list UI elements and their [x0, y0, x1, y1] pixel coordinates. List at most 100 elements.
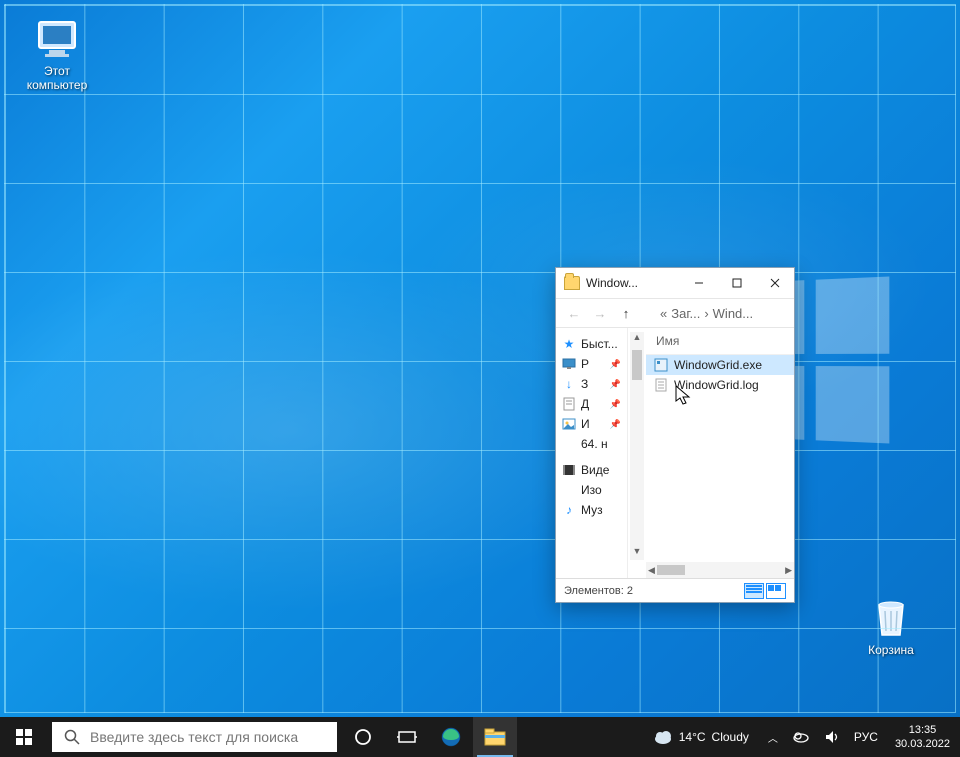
clock-date: 30.03.2022: [895, 737, 950, 751]
explorer-window[interactable]: Window... ← → ↑ « Заг... ›: [555, 267, 795, 603]
close-button[interactable]: [756, 268, 794, 298]
sidebar-item-label: Изо: [581, 483, 602, 497]
folder-icon: [564, 276, 580, 290]
status-bar: Элементов: 2: [556, 578, 794, 602]
file-name: WindowGrid.exe: [674, 358, 762, 372]
crumb-b[interactable]: Wind...: [713, 306, 753, 321]
titlebar[interactable]: Window...: [556, 268, 794, 298]
search-icon: [64, 729, 80, 745]
sidebar-item-images[interactable]: Изо: [556, 480, 627, 500]
search-placeholder: Введите здесь текст для поиска: [90, 729, 298, 745]
view-large-button[interactable]: [766, 583, 786, 599]
horizontal-scrollbar[interactable]: ◀ ▶: [646, 562, 794, 578]
minimize-button[interactable]: [680, 268, 718, 298]
weather-temp: 14°C: [679, 730, 706, 744]
sidebar-item-label: Р: [581, 357, 589, 371]
this-pc-icon: [35, 20, 79, 60]
folder-icon: [562, 437, 576, 451]
onedrive-icon: [792, 730, 810, 744]
taskbar-app-edge[interactable]: [429, 717, 473, 757]
sidebar-item-label: Быст...: [581, 337, 618, 351]
tray-clock[interactable]: 13:35 30.03.2022: [885, 723, 960, 752]
pictures-icon: [562, 417, 576, 431]
vertical-scrollbar[interactable]: ▲ ▼: [630, 332, 644, 560]
explorer-icon: [484, 727, 506, 747]
pin-icon: 📌: [610, 379, 621, 390]
scroll-thumb[interactable]: [657, 565, 685, 575]
pin-icon: 📌: [610, 399, 621, 410]
taskbar-app-explorer[interactable]: [473, 717, 517, 757]
desktop-icon-label: Корзина: [868, 643, 914, 657]
tray-language[interactable]: РУС: [847, 717, 885, 757]
tray-onedrive[interactable]: [785, 717, 817, 757]
lang-label: РУС: [854, 730, 878, 744]
weather-widget[interactable]: 14°C Cloudy: [641, 717, 761, 757]
desktop[interactable]: Этот компьютер Корзина Window...: [0, 0, 960, 717]
sidebar-quick-access[interactable]: ★ Быст...: [556, 334, 627, 354]
maximize-button[interactable]: [718, 268, 756, 298]
sidebar-item-pictures[interactable]: И 📌: [556, 414, 627, 434]
videos-icon: [562, 463, 576, 477]
circle-icon: [354, 728, 372, 746]
scroll-down-icon[interactable]: ▼: [630, 546, 644, 560]
crumb-prefix: «: [660, 306, 667, 321]
pin-icon: 📌: [610, 359, 621, 370]
nav-forward-button[interactable]: →: [590, 306, 610, 321]
exe-icon: [654, 358, 668, 372]
nav-up-button[interactable]: ↑: [616, 306, 636, 321]
breadcrumb[interactable]: « Заг... › Wind...: [642, 306, 786, 321]
sidebar-item-folder-64[interactable]: 64. н: [556, 434, 627, 454]
explorer-file-pane[interactable]: ▲ ▼ Имя WindowGrid.exe WindowGrid.log ◀: [628, 328, 794, 578]
sidebar-item-desktop[interactable]: Р 📌: [556, 354, 627, 374]
sidebar-item-videos[interactable]: Виде: [556, 460, 627, 480]
clock-time: 13:35: [895, 723, 950, 737]
recycle-bin-icon: [871, 595, 911, 639]
start-button[interactable]: [0, 717, 48, 757]
music-icon: ♪: [562, 503, 576, 517]
desktop-icon: [562, 357, 576, 371]
nav-back-button[interactable]: ←: [564, 306, 584, 321]
scroll-thumb[interactable]: [632, 350, 642, 380]
scroll-left-icon[interactable]: ◀: [648, 565, 655, 576]
chevron-up-icon: ︿: [768, 730, 778, 745]
speaker-icon: [824, 729, 840, 745]
file-name: WindowGrid.log: [674, 378, 759, 392]
scroll-up-icon[interactable]: ▲: [630, 332, 644, 346]
crumb-sep: ›: [704, 306, 708, 321]
folder-icon: [562, 483, 576, 497]
sidebar-item-documents[interactable]: Д 📌: [556, 394, 627, 414]
sidebar-item-label: Муз: [581, 503, 603, 517]
taskbar[interactable]: Введите здесь текст для поиска 14°C Clou…: [0, 717, 960, 757]
sidebar-item-downloads[interactable]: ↓ З 📌: [556, 374, 627, 394]
system-tray: 14°C Cloudy ︿ РУС 13:35 30.03.2022: [641, 717, 960, 757]
cortana-button[interactable]: [341, 717, 385, 757]
sidebar-item-label: И: [581, 417, 590, 431]
weather-cond: Cloudy: [712, 730, 749, 744]
desktop-icon-this-pc[interactable]: Этот компьютер: [18, 20, 96, 92]
pin-icon: 📌: [610, 419, 621, 430]
task-view-button[interactable]: [385, 717, 429, 757]
nav-toolbar: ← → ↑ « Заг... › Wind...: [556, 298, 794, 328]
tray-volume[interactable]: [817, 717, 847, 757]
file-row[interactable]: WindowGrid.log: [646, 375, 794, 395]
log-icon: [654, 378, 668, 392]
task-view-icon: [397, 729, 417, 745]
status-text: Элементов: 2: [564, 585, 633, 597]
downloads-icon: ↓: [562, 377, 576, 391]
search-input[interactable]: Введите здесь текст для поиска: [52, 722, 337, 752]
sidebar-item-label: З: [581, 377, 588, 391]
cloud-icon: [653, 728, 673, 746]
sidebar-item-music[interactable]: ♪ Муз: [556, 500, 627, 520]
sidebar-item-label: 64. н: [581, 437, 608, 451]
desktop-icon-label: Этот компьютер: [27, 64, 88, 92]
view-details-button[interactable]: [744, 583, 764, 599]
window-title: Window...: [586, 276, 680, 290]
column-header-name[interactable]: Имя: [646, 328, 794, 355]
scroll-right-icon[interactable]: ▶: [785, 565, 792, 576]
sidebar-item-label: Д: [581, 397, 589, 411]
desktop-icon-recycle-bin[interactable]: Корзина: [852, 595, 930, 657]
tray-overflow-button[interactable]: ︿: [761, 717, 785, 757]
crumb-a[interactable]: Заг...: [671, 306, 700, 321]
explorer-sidebar[interactable]: ★ Быст... Р 📌 ↓ З 📌 Д 📌: [556, 328, 628, 578]
file-row[interactable]: WindowGrid.exe: [646, 355, 794, 375]
